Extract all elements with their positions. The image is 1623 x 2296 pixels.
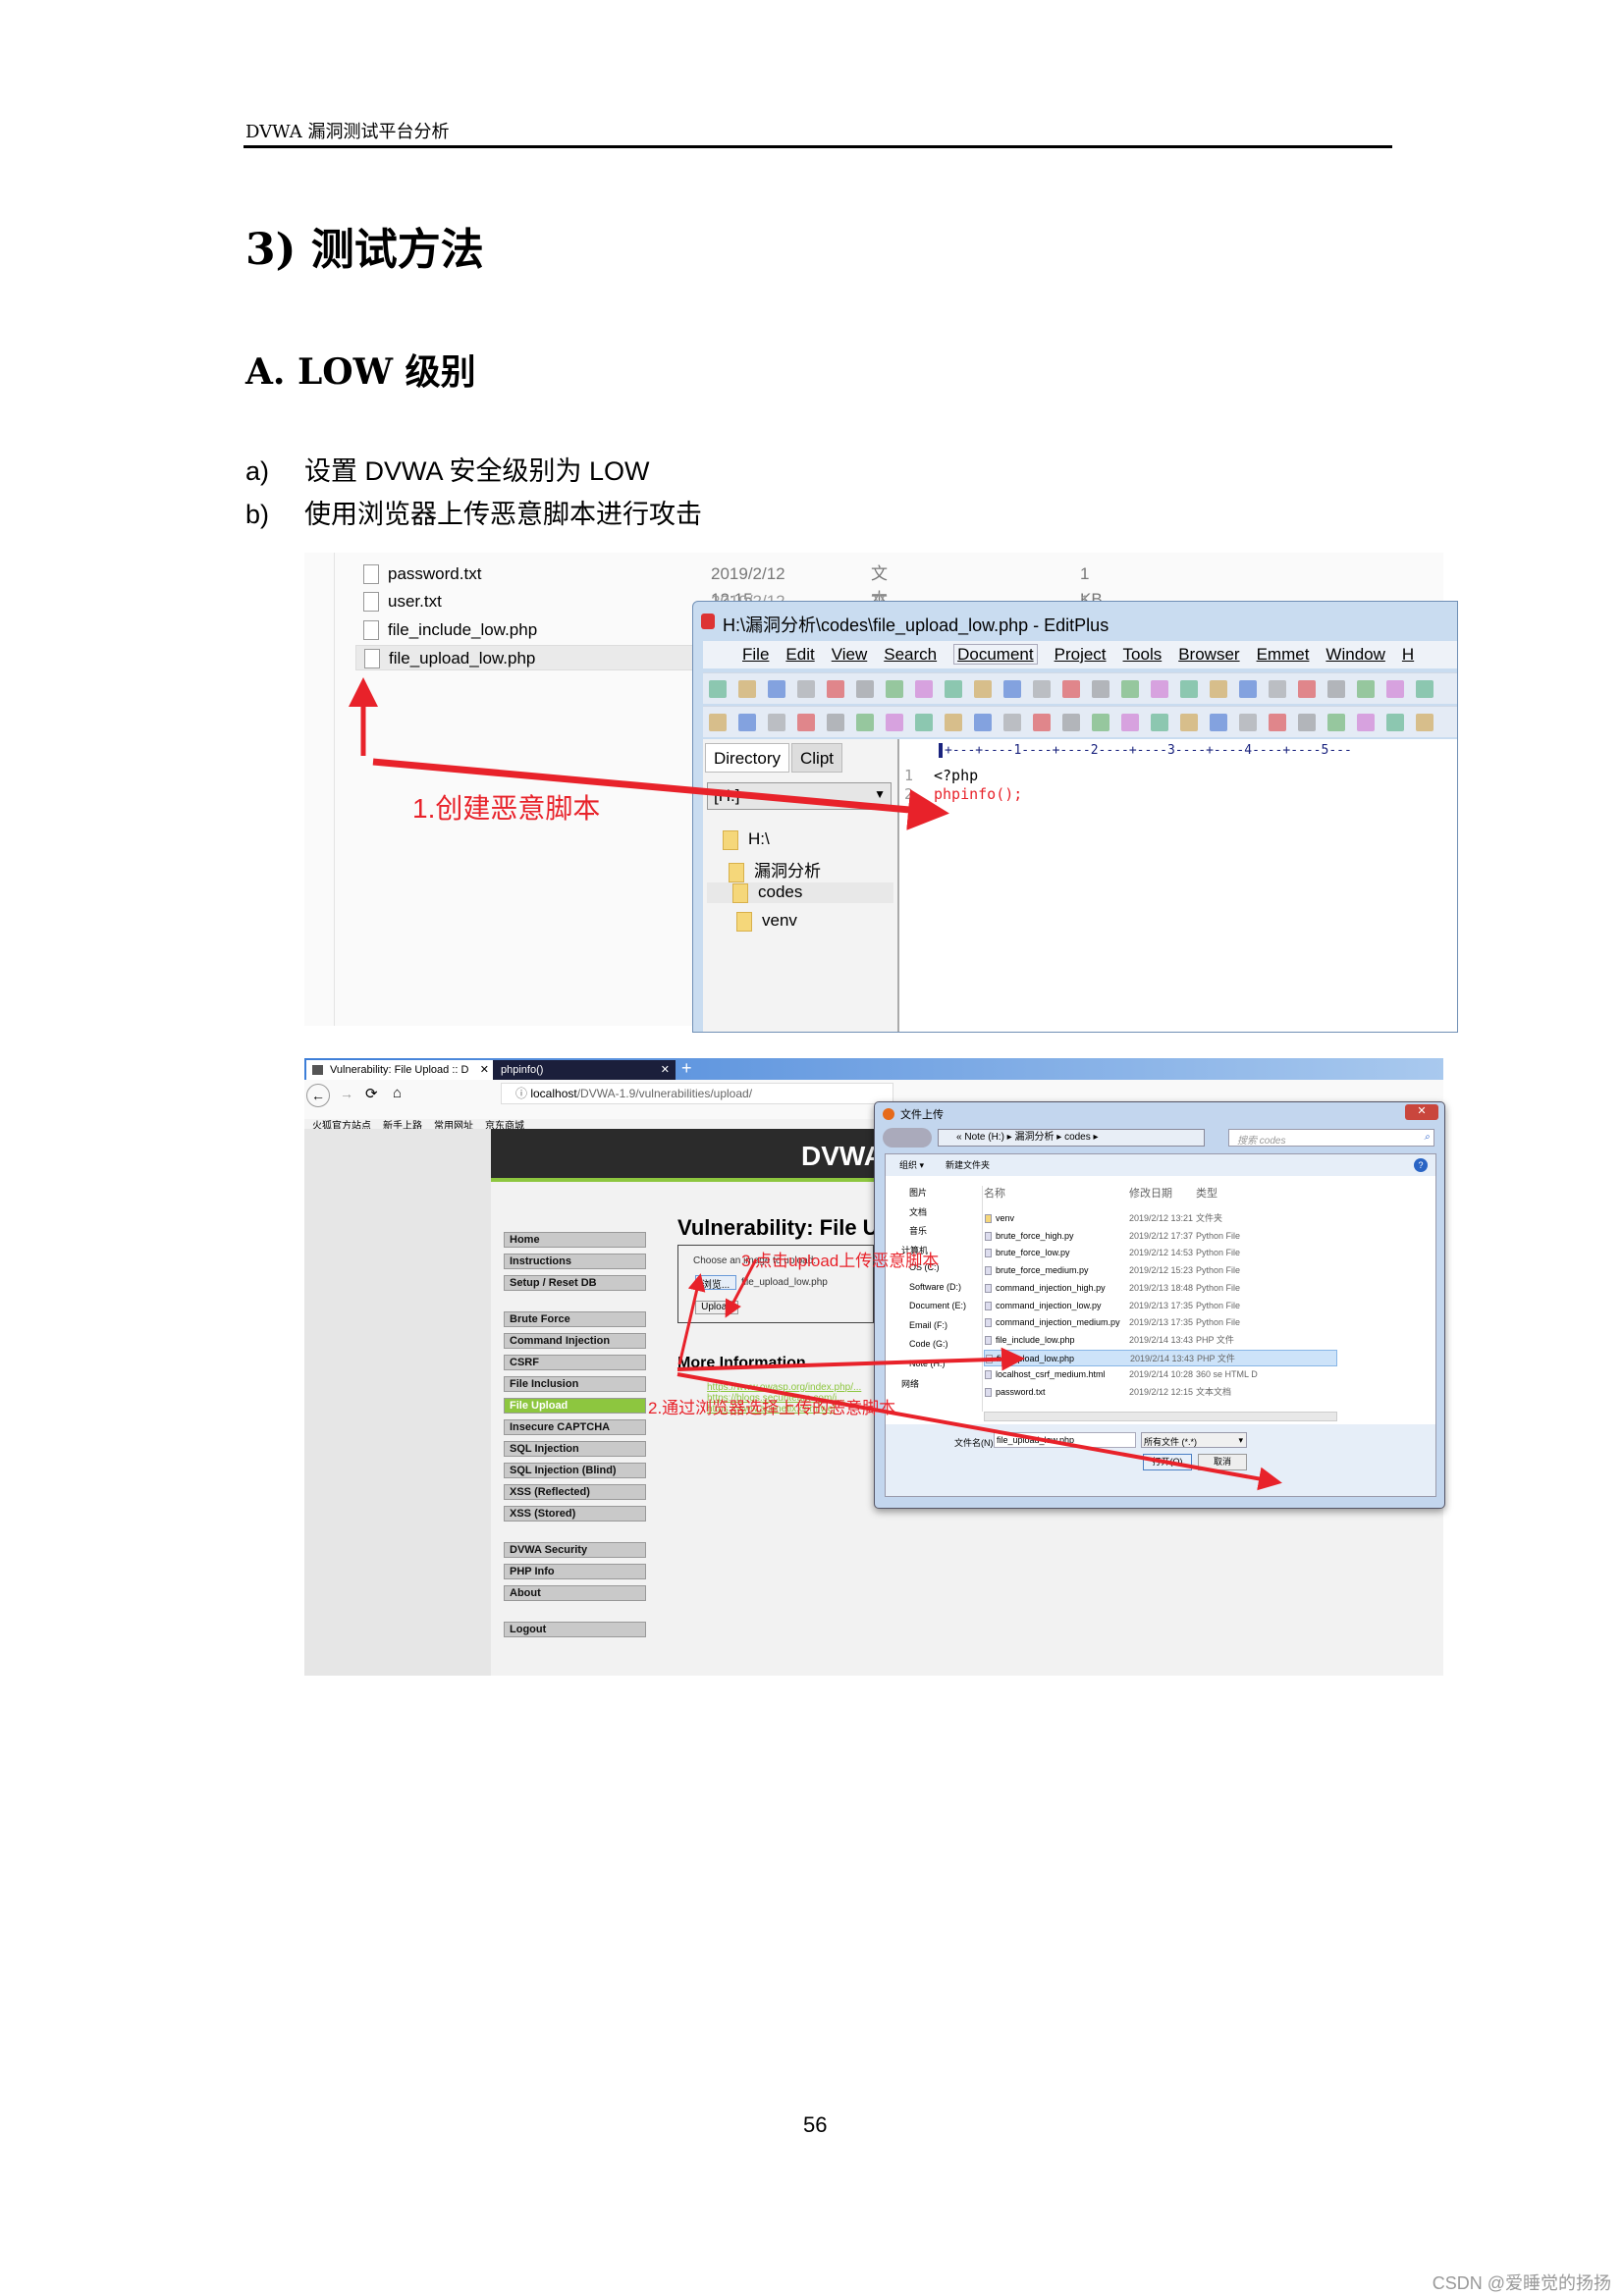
watermark: CSDN @爱睡觉的扬扬 bbox=[1432, 2273, 1611, 2293]
arrow-to-dialog-file bbox=[676, 1347, 1025, 1371]
arrow-to-open bbox=[676, 1372, 1282, 1491]
arrow-to-upload bbox=[725, 1258, 758, 1318]
annotation-arrows bbox=[349, 677, 1282, 1491]
page-number: 56 bbox=[803, 2112, 828, 2137]
arrow-to-editor bbox=[372, 758, 949, 830]
arrow-to-browse bbox=[677, 1273, 706, 1365]
